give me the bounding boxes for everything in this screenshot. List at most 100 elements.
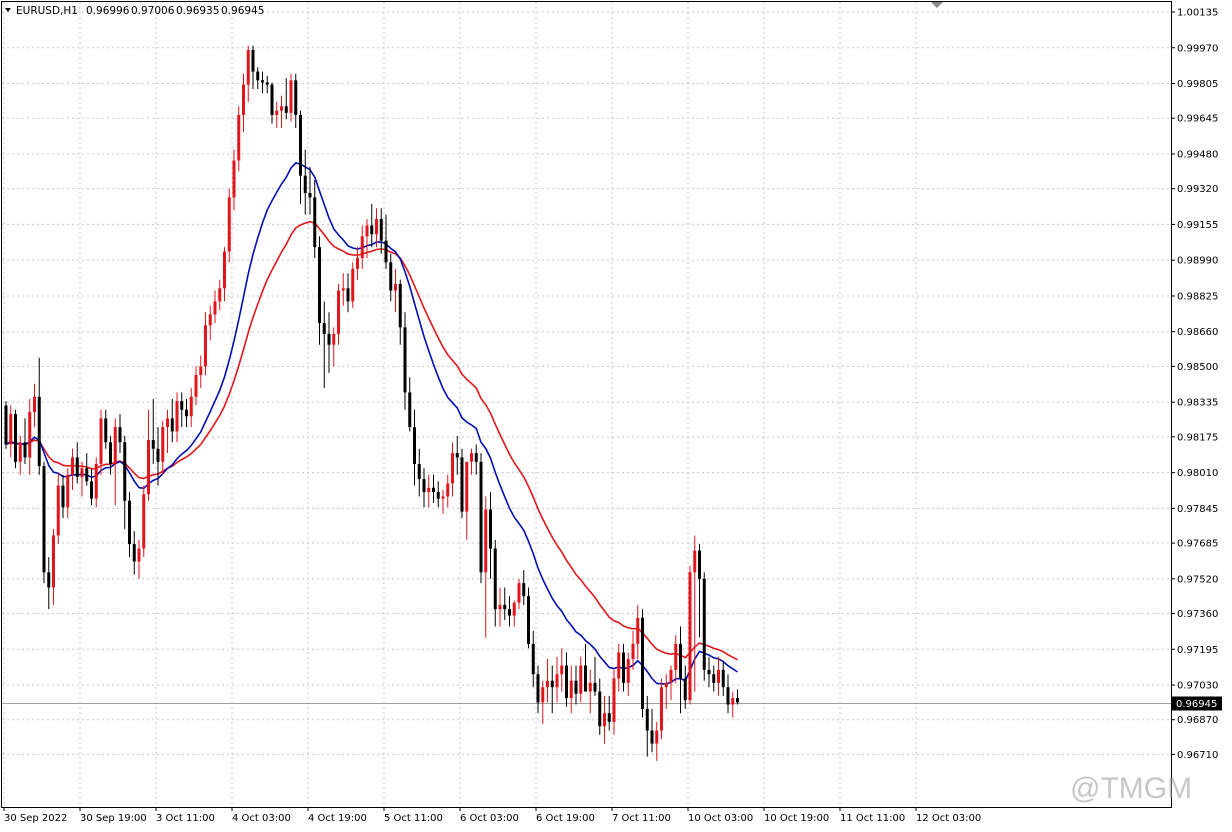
candle xyxy=(641,609,644,718)
candle-body xyxy=(33,396,36,412)
candle xyxy=(227,188,231,263)
candle-body xyxy=(688,572,692,701)
candle-body xyxy=(346,288,350,302)
candle-body xyxy=(541,687,545,703)
candle-body xyxy=(650,730,654,744)
candle-body xyxy=(161,427,165,462)
candle-body xyxy=(246,49,250,85)
x-tick-label: 10 Oct 03:00 xyxy=(688,813,753,824)
candle xyxy=(660,678,663,740)
candle-body xyxy=(588,682,592,692)
candle-body xyxy=(322,323,326,334)
candle-body xyxy=(256,71,260,81)
y-tick-label: 0.96870 xyxy=(1177,715,1218,726)
candle xyxy=(688,565,692,705)
y-tick-label: 0.97195 xyxy=(1177,645,1218,656)
candle-body xyxy=(18,442,22,462)
candle-body xyxy=(308,192,312,198)
candle-body xyxy=(137,548,141,562)
candle-body xyxy=(99,418,103,464)
candle-body xyxy=(512,602,516,616)
candle-body xyxy=(474,453,478,462)
candle-body xyxy=(579,665,583,694)
candle-body xyxy=(432,487,435,493)
candle-body xyxy=(384,240,388,263)
candle-body xyxy=(574,680,578,694)
candle-body xyxy=(71,457,74,475)
candle-body xyxy=(375,219,378,235)
candle-body xyxy=(527,596,530,644)
candle-body xyxy=(422,479,426,493)
candle-body xyxy=(612,678,616,722)
watermark-text: @TMGM xyxy=(1070,772,1192,805)
candle-body xyxy=(80,468,84,477)
y-tick-label: 0.99320 xyxy=(1177,184,1218,195)
candle-body xyxy=(75,457,79,477)
candle-body xyxy=(213,301,217,315)
candle-body xyxy=(565,665,568,699)
y-tick-label: 0.98990 xyxy=(1177,256,1218,267)
price-chart[interactable]: 1.00135 0.99970 0.99805 0.99645 0.99480 0.993… xyxy=(0,0,1232,832)
candle-body xyxy=(427,487,431,493)
x-tick-label: 30 Sep 19:00 xyxy=(80,813,147,824)
candle-body xyxy=(702,578,706,670)
y-tick-label: 0.99805 xyxy=(1177,79,1218,90)
y-tick-label: 0.98335 xyxy=(1177,398,1218,409)
candle-body xyxy=(394,284,397,291)
candle-body xyxy=(261,80,264,83)
candle-body xyxy=(284,106,288,113)
candle-body xyxy=(489,509,492,549)
candle-body xyxy=(546,680,549,688)
candle-body xyxy=(204,325,207,367)
candle-body xyxy=(370,225,374,235)
candle-body xyxy=(517,583,521,603)
watermark: @TMGM xyxy=(1070,772,1192,805)
candle-body xyxy=(726,687,730,705)
candle-body xyxy=(607,713,611,722)
candle-body xyxy=(712,674,716,683)
candle xyxy=(527,587,530,649)
candle-body xyxy=(736,698,739,703)
symbol-timeframe: EURUSD,H1 xyxy=(16,5,78,17)
candle-body xyxy=(294,80,298,115)
candle-body xyxy=(166,418,169,428)
y-tick-label: 0.99480 xyxy=(1177,149,1218,160)
candle xyxy=(479,453,483,584)
candle-body xyxy=(132,544,136,562)
candle-body xyxy=(156,448,160,462)
candle-body xyxy=(66,474,70,508)
candle-body xyxy=(56,485,60,536)
y-tick-label: 0.98175 xyxy=(1177,432,1218,443)
candle-body xyxy=(555,674,559,688)
ohlc-high: 0.97006 xyxy=(131,5,175,17)
y-tick-label: 0.99155 xyxy=(1177,220,1218,231)
candle-body xyxy=(42,466,46,573)
candle-body xyxy=(550,680,554,688)
candle-body xyxy=(674,643,678,670)
candle-body xyxy=(593,682,597,692)
candle-body xyxy=(142,494,146,549)
candle-body xyxy=(104,418,108,443)
candle-body xyxy=(631,643,635,660)
candle-body xyxy=(664,682,668,688)
candle-body xyxy=(460,457,464,512)
candle-body xyxy=(451,453,454,484)
x-tick-label: 30 Sep 2022 xyxy=(4,813,67,824)
candle-body xyxy=(560,665,564,675)
candle-body xyxy=(365,225,369,237)
candle-body xyxy=(28,411,32,458)
x-tick-label: 10 Oct 19:00 xyxy=(764,813,829,824)
candle-body xyxy=(493,548,497,610)
candle-body xyxy=(4,405,8,445)
candle-body xyxy=(403,327,407,393)
candle-body xyxy=(441,496,445,499)
x-tick-label: 6 Oct 03:00 xyxy=(460,813,519,824)
candle-body xyxy=(584,665,587,692)
candle-body xyxy=(332,333,336,345)
x-tick-label: 4 Oct 19:00 xyxy=(308,813,367,824)
candle-body xyxy=(185,409,188,417)
candle-body xyxy=(227,197,231,252)
candle-body xyxy=(498,604,502,610)
candle-body xyxy=(151,440,155,449)
y-tick-label: 0.97030 xyxy=(1177,681,1218,692)
